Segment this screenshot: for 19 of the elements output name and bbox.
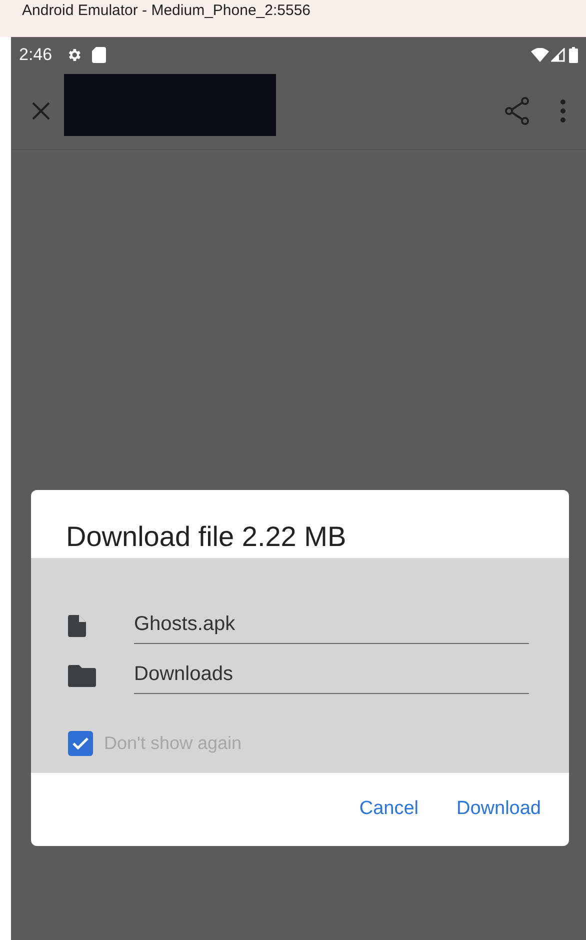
checkbox[interactable] (68, 731, 93, 756)
file-icon (68, 615, 86, 637)
gear-icon (66, 46, 82, 62)
more-icon[interactable] (560, 98, 566, 122)
field-input[interactable]: Ghosts.apk (134, 608, 529, 644)
folder-icon (68, 665, 96, 687)
field-input[interactable]: Downloads (134, 658, 529, 694)
battery-icon (569, 46, 578, 62)
sd-card-icon (92, 46, 106, 62)
checkmark-icon (72, 737, 89, 750)
signal-icon (551, 48, 565, 62)
wifi-icon (531, 48, 549, 62)
dialog-button[interactable]: Download (454, 793, 543, 826)
window-title: Android Emulator - Medium_Phone_2:5556 (22, 2, 311, 20)
dialog-button[interactable]: Cancel (357, 793, 420, 826)
status-time: 2:46 (19, 44, 52, 66)
close-icon[interactable] (31, 100, 51, 120)
dialog-title: Download file 2.22 MB (66, 521, 346, 553)
share-icon[interactable] (504, 96, 530, 124)
